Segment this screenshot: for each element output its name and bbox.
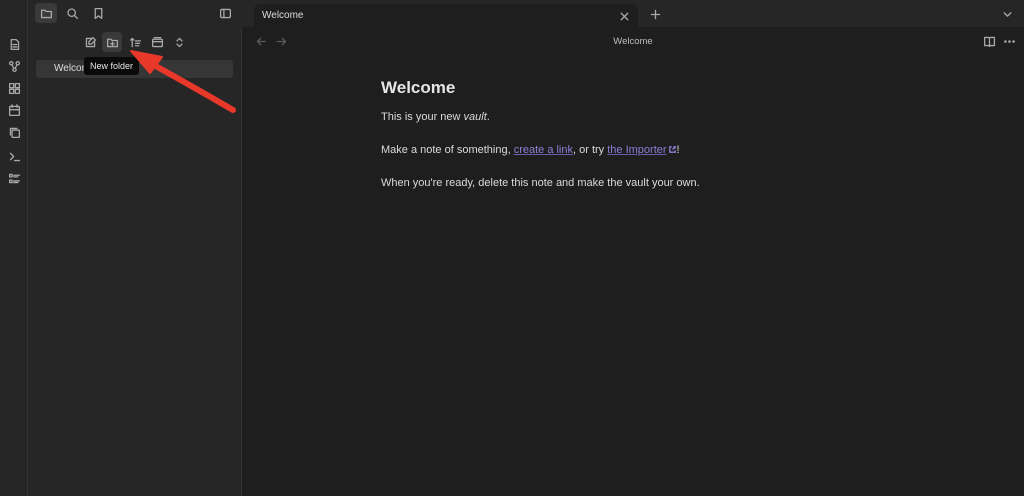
expand-icon[interactable] xyxy=(169,32,189,52)
calendar-icon[interactable] xyxy=(5,101,23,119)
file-icon[interactable] xyxy=(5,35,23,53)
terminal-icon[interactable] xyxy=(5,147,23,165)
note-text: , or try xyxy=(573,144,608,156)
note-line-1: This is your new vault. xyxy=(381,110,881,125)
left-ribbon xyxy=(0,0,28,496)
close-icon[interactable] xyxy=(616,8,632,24)
sidebar-toggle-icon[interactable] xyxy=(214,3,236,23)
reading-view-icon[interactable] xyxy=(980,32,998,50)
new-folder-icon[interactable] xyxy=(102,32,122,52)
chevron-down-icon[interactable] xyxy=(998,5,1016,23)
list-icon[interactable] xyxy=(5,169,23,187)
view-title: Welcome xyxy=(613,36,653,47)
copy-icon[interactable] xyxy=(5,123,23,141)
sort-icon[interactable] xyxy=(125,32,145,52)
create-link[interactable]: create a link xyxy=(514,144,573,156)
new-tab-icon[interactable] xyxy=(646,5,664,23)
folder-icon[interactable] xyxy=(35,3,57,23)
collapse-icon[interactable] xyxy=(147,32,167,52)
tab-bar: Welcome xyxy=(242,0,1024,28)
external-link-icon xyxy=(668,144,677,153)
note-heading: Welcome xyxy=(381,78,456,97)
tab-title: Welcome xyxy=(262,10,304,21)
more-options-icon[interactable] xyxy=(1000,32,1018,50)
tooltip-new-folder: New folder xyxy=(84,57,140,75)
note-content: Welcome This is your new vault. Make a n… xyxy=(381,78,881,209)
note-text: ! xyxy=(676,144,680,156)
editor-area: Welcome Welcome Welcome This is your new… xyxy=(242,0,1024,496)
grid-icon[interactable] xyxy=(5,79,23,97)
graph-icon[interactable] xyxy=(5,57,23,75)
importer-link[interactable]: the Importer xyxy=(607,144,666,156)
view-header: Welcome xyxy=(242,28,1024,54)
note-text: This is your new xyxy=(381,111,464,123)
tab-welcome[interactable]: Welcome xyxy=(254,4,638,28)
search-icon[interactable] xyxy=(61,3,83,23)
new-note-icon[interactable] xyxy=(80,32,100,52)
note-line-3: When you're ready, delete this note and … xyxy=(381,177,700,189)
note-line-2: Make a note of something, create a link,… xyxy=(381,143,881,158)
note-emphasis: vault xyxy=(463,111,487,123)
bookmark-icon[interactable] xyxy=(87,3,109,23)
note-text: Make a note of something, xyxy=(381,144,514,156)
note-text: . xyxy=(486,111,490,123)
